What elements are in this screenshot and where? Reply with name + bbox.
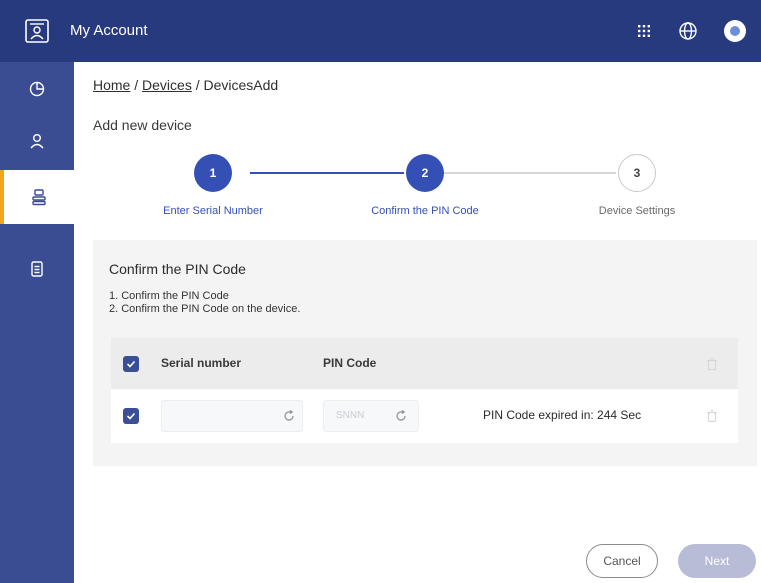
row-checkbox[interactable] [123, 408, 139, 424]
table-row: SNNN PIN Code expired in: 244 Sec [111, 389, 738, 443]
select-all-checkbox[interactable] [123, 356, 139, 372]
sidebar-item-dashboard[interactable] [0, 62, 74, 116]
user-icon [30, 134, 44, 149]
breadcrumb-separator: / [130, 77, 143, 93]
step-1-label: Enter Serial Number [163, 205, 263, 217]
pin-expiry-text: PIN Code expired in: 244 Sec [483, 408, 642, 422]
step-connector [250, 172, 404, 174]
table-header: Serial number PIN Code [111, 338, 738, 389]
step-3-circle: 3 [618, 154, 656, 192]
pin-code-placeholder: SNNN [336, 410, 365, 421]
page-title: Add new device [93, 117, 192, 133]
cancel-button[interactable]: Cancel [586, 544, 658, 578]
step-connector [444, 172, 616, 174]
step-2-label: Confirm the PIN Code [371, 205, 479, 217]
top-bar: My Account [0, 0, 761, 62]
breadcrumb-current: DevicesAdd [203, 77, 279, 93]
apps-grid-icon[interactable] [632, 19, 656, 43]
pin-code-field[interactable]: SNNN [323, 400, 419, 432]
serial-number-field[interactable] [161, 400, 303, 432]
column-header-pin: PIN Code [323, 356, 377, 370]
avatar-dot [730, 26, 740, 36]
device-icon [32, 189, 46, 206]
column-header-serial: Serial number [161, 356, 242, 370]
breadcrumb: Home / Devices / DevicesAdd [93, 77, 278, 93]
refresh-icon[interactable] [394, 409, 408, 423]
check-icon [126, 360, 136, 368]
account-logo-icon[interactable] [24, 18, 50, 44]
document-icon [31, 261, 43, 277]
step-3-label: Device Settings [598, 205, 676, 217]
step-2-circle: 2 [406, 154, 444, 192]
check-icon [126, 412, 136, 420]
refresh-icon[interactable] [282, 409, 296, 423]
globe-icon[interactable] [676, 19, 700, 43]
sidebar [0, 62, 74, 583]
breadcrumb-separator: / [191, 77, 204, 93]
breadcrumb-home[interactable]: Home [93, 77, 130, 93]
confirm-pin-panel: Confirm the PIN Code 1. Confirm the PIN … [93, 240, 757, 466]
dashboard-icon [29, 81, 45, 97]
sidebar-item-documents[interactable] [0, 242, 74, 296]
sidebar-item-devices[interactable] [0, 170, 74, 224]
step-1-circle: 1 [194, 154, 232, 192]
instruction-line: 2. Confirm the PIN Code on the device. [109, 303, 301, 315]
panel-title: Confirm the PIN Code [109, 261, 246, 277]
app-title: My Account [70, 22, 148, 39]
sidebar-item-user[interactable] [0, 114, 74, 168]
breadcrumb-devices[interactable]: Devices [142, 77, 192, 93]
trash-icon[interactable] [705, 357, 719, 371]
next-button[interactable]: Next [678, 544, 756, 578]
trash-icon[interactable] [705, 409, 719, 423]
avatar[interactable] [724, 20, 746, 42]
instruction-line: 1. Confirm the PIN Code [109, 290, 229, 302]
